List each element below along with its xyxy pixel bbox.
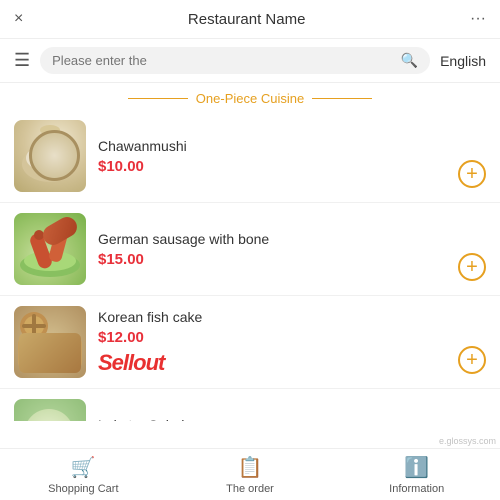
menu-list: One-Piece Cuisine Chawanmushi $10.00 +	[0, 83, 500, 421]
menu-item-fishcake: Korean fish cake $12.00 Sellout +	[0, 296, 500, 389]
category-line-right	[312, 98, 372, 99]
nav-label-cart: Shopping Cart	[48, 483, 118, 495]
nav-item-info[interactable]: ℹ️ Information	[333, 449, 500, 500]
close-button[interactable]: ×	[14, 10, 23, 28]
menu-item-chawanmushi: Chawanmushi $10.00 +	[0, 110, 500, 203]
category-label: One-Piece Cuisine	[196, 91, 304, 106]
menu-item-german-sausage: German sausage with bone $15.00 +	[0, 203, 500, 296]
item-price: $10.00	[98, 158, 446, 175]
item-info-lobster: Lobster Salad $15.00	[98, 417, 446, 422]
add-button-fishcake[interactable]: +	[458, 346, 486, 374]
item-info-fishcake: Korean fish cake $12.00 Sellout	[98, 309, 446, 376]
add-button-sausage[interactable]: +	[458, 253, 486, 281]
header: × Restaurant Name ···	[0, 0, 500, 39]
restaurant-title: Restaurant Name	[188, 11, 306, 28]
food-image-sausage	[14, 213, 86, 285]
order-icon: 📋	[238, 455, 263, 480]
food-image-lobster	[14, 399, 86, 421]
menu-list-icon[interactable]: ☰	[14, 50, 30, 71]
nav-label-order: The order	[226, 483, 274, 495]
sellout-badge: Sellout	[98, 350, 446, 376]
category-header: One-Piece Cuisine	[0, 83, 500, 110]
search-input[interactable]	[52, 53, 395, 68]
info-icon: ℹ️	[404, 455, 429, 480]
watermark: e.glossys.com	[439, 436, 496, 446]
food-image-chawanmushi	[14, 120, 86, 192]
item-name: Chawanmushi	[98, 138, 446, 154]
search-bar: ☰ 🔍 English	[0, 39, 500, 83]
item-name: Korean fish cake	[98, 309, 446, 325]
item-price: $15.00	[98, 251, 446, 268]
item-name: Lobster Salad	[98, 417, 446, 422]
item-info-chawanmushi: Chawanmushi $10.00	[98, 138, 446, 175]
item-name: German sausage with bone	[98, 231, 446, 247]
search-icon[interactable]: 🔍	[401, 52, 418, 69]
cart-icon: 🛒	[71, 455, 96, 480]
item-info-sausage: German sausage with bone $15.00	[98, 231, 446, 268]
bottom-nav: 🛒 Shopping Cart 📋 The order ℹ️ Informati…	[0, 448, 500, 500]
menu-item-lobster: Lobster Salad $15.00 +	[0, 389, 500, 421]
nav-label-info: Information	[389, 483, 444, 495]
language-selector[interactable]: English	[440, 53, 486, 69]
nav-item-cart[interactable]: 🛒 Shopping Cart	[0, 449, 167, 500]
add-button-chawanmushi[interactable]: +	[458, 160, 486, 188]
more-button[interactable]: ···	[470, 10, 486, 28]
category-line-left	[128, 98, 188, 99]
item-price: $12.00	[98, 329, 446, 346]
nav-item-order[interactable]: 📋 The order	[167, 449, 334, 500]
food-image-fishcake	[14, 306, 86, 378]
search-wrap: 🔍	[40, 47, 430, 74]
